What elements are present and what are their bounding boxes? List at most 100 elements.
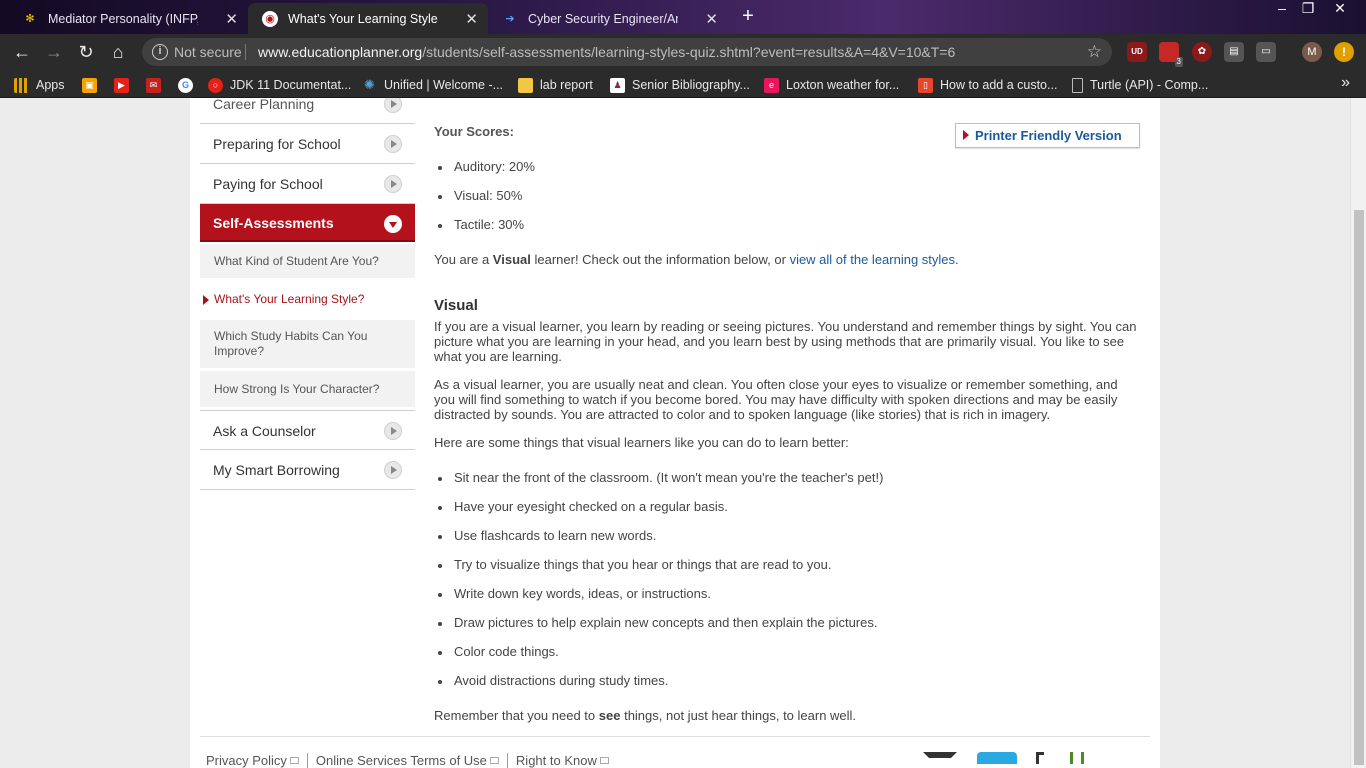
sidebar-subitem-character[interactable]: How Strong Is Your Character? bbox=[200, 371, 415, 409]
bookmark-unified[interactable]: ✺ Unified | Welcome -... bbox=[362, 76, 503, 94]
closing-remark: Remember that you need to see things, no… bbox=[434, 708, 1140, 723]
sidebar-item-self-assessments[interactable]: Self-Assessments bbox=[200, 204, 415, 242]
sidebar-item-preparing-for-school[interactable]: Preparing for School bbox=[200, 124, 415, 164]
learning-style-heading: Visual bbox=[434, 297, 478, 314]
bookmark-bibliography[interactable]: ♟ Senior Bibliography... bbox=[610, 76, 750, 94]
update-alert-icon[interactable]: ! bbox=[1334, 42, 1354, 62]
new-tab-button[interactable]: + bbox=[737, 6, 759, 28]
bookmark-apps[interactable]: Apps bbox=[14, 76, 65, 94]
apps-grid-icon bbox=[14, 77, 29, 93]
printer-friendly-label: Printer Friendly Version bbox=[975, 128, 1122, 143]
flower-extension-icon[interactable]: ✿ bbox=[1192, 42, 1212, 62]
url-text[interactable]: www.educationplanner.org/students/self-a… bbox=[258, 44, 955, 60]
close-icon[interactable]: ✕ bbox=[225, 10, 238, 28]
bookmark-gmail[interactable]: ✉ bbox=[146, 76, 168, 94]
tips-intro: Here are some things that visual learner… bbox=[434, 435, 849, 450]
educationplanner-favicon-icon: ◉ bbox=[262, 10, 278, 27]
back-arrow-icon[interactable]: ← bbox=[10, 40, 34, 64]
browser-tab-active[interactable]: ◉ What's Your Learning Style? The ✕ bbox=[248, 3, 488, 34]
footer-link-label: Privacy Policy bbox=[206, 753, 287, 768]
closing-bold: see bbox=[598, 708, 621, 723]
home-icon[interactable]: ⌂ bbox=[106, 40, 130, 64]
bookmark-lab-report[interactable]: lab report bbox=[518, 76, 593, 94]
sidebar-item-label: Ask a Counselor bbox=[213, 423, 316, 439]
tip-list-item: Draw pictures to help explain new concep… bbox=[434, 615, 877, 630]
restore-button[interactable]: ❐ bbox=[1294, 0, 1322, 18]
score-visual: Visual: 50% bbox=[434, 188, 522, 203]
bookmark-star-icon[interactable]: ☆ bbox=[1087, 42, 1102, 62]
chevron-right-icon bbox=[384, 175, 402, 193]
url-path: /students/self-assessments/learning-styl… bbox=[422, 44, 956, 60]
bookmarks-bar: Apps ▣ ▶ ✉ G ○ JDK 11 Documentat... ✺ Un… bbox=[0, 70, 1366, 98]
view-all-learning-styles-link[interactable]: view all of the learning styles bbox=[790, 252, 955, 267]
screen-extension-icon[interactable]: ▭ bbox=[1256, 42, 1276, 62]
google-icon: G bbox=[178, 77, 193, 93]
bookmark-label: Unified | Welcome -... bbox=[384, 78, 504, 92]
sidebar-item-paying-for-school[interactable]: Paying for School bbox=[200, 164, 415, 204]
chat-extension-icon[interactable]: ▤ bbox=[1224, 42, 1244, 62]
bookmark-label: Apps bbox=[36, 78, 65, 92]
address-bar[interactable]: i Not secure www.educationplanner.org/st… bbox=[142, 38, 1112, 66]
sidebar-subitem-learning-style-current[interactable]: What's Your Learning Style? bbox=[200, 282, 415, 318]
calendar-extension-icon[interactable]: 3 bbox=[1159, 42, 1183, 67]
bookmark-jdk[interactable]: ○ JDK 11 Documentat... bbox=[208, 76, 351, 94]
sidebar-item-label: Paying for School bbox=[213, 176, 323, 192]
twitter-icon[interactable] bbox=[977, 752, 1017, 764]
sidebar-item-my-smart-borrowing[interactable]: My Smart Borrowing bbox=[200, 450, 415, 490]
score-tactile: Tactile: 30% bbox=[434, 217, 524, 232]
bookmark-weather[interactable]: e Loxton weather for... bbox=[764, 76, 899, 94]
bookmarks-overflow-button[interactable]: » bbox=[1341, 74, 1350, 92]
scrollbar-thumb[interactable] bbox=[1354, 210, 1364, 765]
browser-tab[interactable]: ➔ Cyber Security Engineer/Architec ✕ bbox=[488, 3, 728, 34]
chevron-right-icon bbox=[384, 98, 402, 113]
sidebar-item-career-planning[interactable]: Career Planning bbox=[200, 98, 415, 124]
browser-tab[interactable]: ✻ Mediator Personality (INFP, -A/-T ✕ bbox=[8, 3, 248, 34]
bookmark-turtle[interactable]: Turtle (API) - Comp... bbox=[1072, 76, 1208, 94]
page-viewport: Career Planning Preparing for School Pay… bbox=[0, 98, 1350, 768]
bookmark-youtube[interactable]: ▶ bbox=[114, 76, 136, 94]
page-icon bbox=[1072, 77, 1083, 93]
houzz-icon[interactable] bbox=[1070, 752, 1084, 764]
close-window-button[interactable]: ✕ bbox=[1326, 0, 1354, 18]
sidebar-subitem-what-kind-of-student[interactable]: What Kind of Student Are You? bbox=[200, 244, 415, 280]
close-icon[interactable]: ✕ bbox=[465, 10, 478, 28]
forward-arrow-icon[interactable]: → bbox=[42, 40, 66, 64]
security-label: Not secure bbox=[174, 44, 242, 60]
bookmark-label: lab report bbox=[540, 78, 593, 92]
tip-list-item: Sit near the front of the classroom. (It… bbox=[434, 470, 883, 485]
shopping-bag-icon: ▣ bbox=[82, 77, 97, 93]
minimize-button[interactable]: – bbox=[1268, 0, 1296, 18]
chevron-right-icon bbox=[384, 135, 402, 153]
chevron-down-icon bbox=[384, 215, 402, 233]
sparkle-icon: ✻ bbox=[25, 13, 35, 25]
facebook-icon[interactable] bbox=[1036, 752, 1044, 764]
bookmark-google[interactable]: G bbox=[178, 76, 200, 94]
sidebar-item-label: Preparing for School bbox=[213, 136, 341, 152]
weather-e-icon: e bbox=[764, 77, 779, 93]
sidebar-subitem-label: How Strong Is Your Character? bbox=[214, 382, 380, 396]
terms-of-use-link[interactable]: Online Services Terms of Use bbox=[316, 753, 508, 768]
external-link-icon bbox=[489, 757, 499, 764]
sidebar-item-ask-a-counselor[interactable]: Ask a Counselor bbox=[200, 410, 415, 450]
printer-friendly-button[interactable]: Printer Friendly Version bbox=[955, 123, 1140, 148]
privacy-policy-link[interactable]: Privacy Policy bbox=[206, 753, 308, 768]
right-to-know-link[interactable]: Right to Know bbox=[516, 753, 617, 768]
bookmark-label: Turtle (API) - Comp... bbox=[1090, 78, 1209, 92]
result-summary: You are a Visual learner! Check out the … bbox=[434, 252, 1140, 267]
external-link-icon bbox=[599, 757, 609, 764]
graduation-cap-icon[interactable] bbox=[923, 752, 957, 764]
play-triangle-icon bbox=[963, 130, 969, 140]
tab-title: Mediator Personality (INFP, -A/-T bbox=[48, 11, 198, 26]
close-icon[interactable]: ✕ bbox=[705, 10, 718, 28]
info-icon[interactable]: i bbox=[152, 44, 168, 60]
profile-avatar[interactable]: M bbox=[1302, 42, 1322, 62]
bookmark-label: Senior Bibliography... bbox=[632, 78, 750, 92]
ublock-extension-icon[interactable]: UD bbox=[1127, 42, 1147, 62]
reload-icon[interactable]: ↻ bbox=[74, 40, 98, 64]
bookmark-shopping[interactable]: ▣ bbox=[82, 76, 104, 94]
page-scrollbar[interactable] bbox=[1350, 98, 1366, 768]
tip-list-item: Use flashcards to learn new words. bbox=[434, 528, 656, 543]
sidebar-subitem-study-habits[interactable]: Which Study Habits Can You Improve? bbox=[200, 320, 415, 370]
bookmark-office[interactable]: ▯ How to add a custo... bbox=[918, 76, 1057, 94]
bookmark-label: JDK 11 Documentat... bbox=[230, 78, 352, 92]
